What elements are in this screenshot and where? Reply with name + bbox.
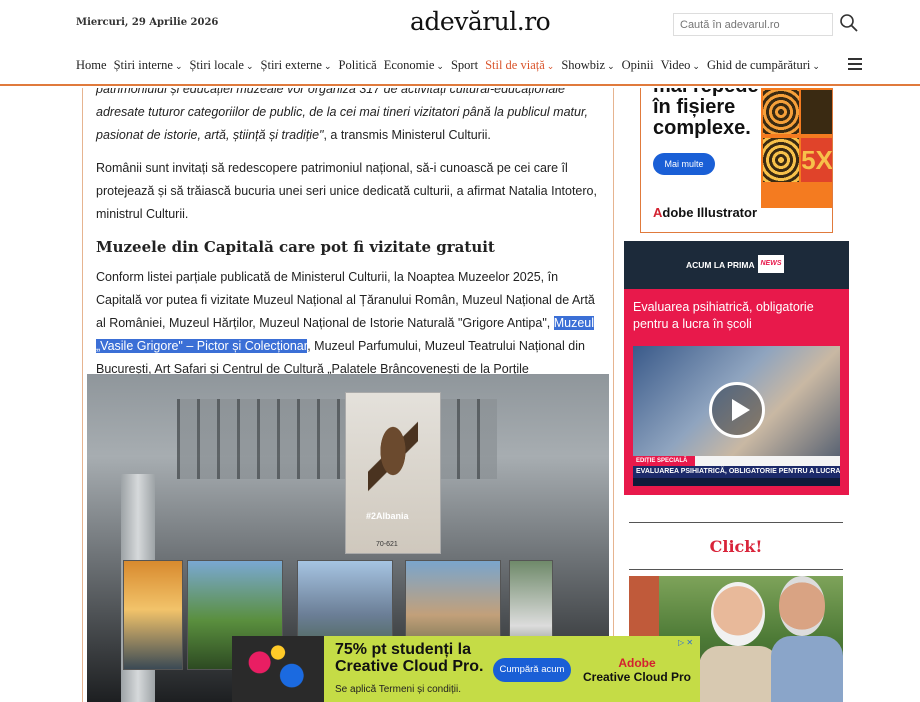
eagle-image <box>368 419 418 499</box>
article-paragraph: patrimoniului și educației muzeale vor o… <box>96 88 588 142</box>
photo-ceiling <box>177 399 497 479</box>
exhibition-banner: #2Albania 70-621 <box>345 392 441 554</box>
article-paragraph: Românii sunt invitați să redescopere pat… <box>96 161 597 221</box>
video-player[interactable]: EDIȚIE SPECIALĂ EVALUAREA PSIHIATRICĂ, O… <box>633 346 840 486</box>
news-badge: NEWS <box>758 255 784 273</box>
nav-item[interactable]: Știri externe ⌄ <box>261 58 332 73</box>
click-title[interactable]: Click! <box>629 537 843 556</box>
ad-brand: Adobe Creative Cloud Pro <box>582 656 692 684</box>
article-body: patrimoniului și educației muzeale vor o… <box>82 88 614 702</box>
nav-item[interactable]: Știri locale ⌄ <box>189 58 253 73</box>
exhibit-photo <box>123 560 183 670</box>
chevron-down-icon: ⌄ <box>245 61 254 71</box>
nav-item[interactable]: Știri interne ⌄ <box>114 58 183 73</box>
buy-now-button[interactable]: Cumpără acum <box>493 658 571 682</box>
ad-more-button[interactable]: Mai multe <box>653 153 715 175</box>
chevron-down-icon: ⌄ <box>436 61 444 71</box>
search-icon[interactable] <box>839 13 859 33</box>
nav-item[interactable]: Showbiz ⌄ <box>561 58 614 73</box>
chevron-down-icon: ⌄ <box>323 61 332 71</box>
divider <box>629 522 843 523</box>
current-date: Miercuri, 29 Aprilie 2026 <box>76 17 219 28</box>
nav-item[interactable]: Stil de viață ⌄ <box>485 58 554 73</box>
prima-header: ACUM LA PRIMA NEWS <box>624 241 849 289</box>
ad-brand: Adobe Illustrator <box>653 205 758 220</box>
main-nav: Home Știri interne ⌄ Știri locale ⌄ Știri ext… <box>0 46 920 86</box>
ad-artwork <box>232 636 324 702</box>
nav-item[interactable]: Politică <box>339 58 377 73</box>
nav-item[interactable]: Ghid de cumpărături ⌄ <box>707 58 820 73</box>
divider <box>629 569 843 570</box>
illustrator-ad[interactable]: mai repede în fișiere complexe. Mai mult… <box>640 88 833 233</box>
ad-artwork: 5X <box>761 88 832 208</box>
prima-news-widget[interactable]: ACUM LA PRIMA NEWS Evaluarea psihiatrică… <box>624 241 849 495</box>
search-input[interactable] <box>673 13 833 36</box>
site-logo[interactable]: adevărul.ro <box>410 7 551 36</box>
top-header: Miercuri, 29 Aprilie 2026 adevărul.ro <box>0 0 920 46</box>
ad-headline: 75% pt studenți la Creative Cloud Pro. <box>335 641 484 675</box>
nav-menu: Home Știri interne ⌄ Știri locale ⌄ Știri ext… <box>76 58 827 73</box>
chevron-down-icon: ⌄ <box>174 61 183 71</box>
ad-terms[interactable]: Se aplică Termeni și condiții. <box>335 684 461 695</box>
play-icon[interactable] <box>709 382 765 438</box>
chevron-down-icon: ⌄ <box>607 61 615 71</box>
nav-item[interactable]: Home <box>76 58 107 73</box>
chevron-down-icon: ⌄ <box>692 61 700 71</box>
click-section: Click! <box>629 522 843 570</box>
creative-cloud-ad[interactable]: 75% pt studenți la Creative Cloud Pro. S… <box>232 636 700 702</box>
article-subheading: Muzeele din Capitală care pot fi vizitat… <box>96 238 495 256</box>
news-ticker: EDIȚIE SPECIALĂ EVALUAREA PSIHIATRICĂ, O… <box>633 456 840 486</box>
prima-headline[interactable]: Evaluarea psihiatrică, obligatorie pentr… <box>633 299 843 333</box>
nav-item[interactable]: Economie ⌄ <box>384 58 444 73</box>
adchoices-icon[interactable]: ▷ ✕ <box>678 638 693 647</box>
nav-item[interactable]: Opinii <box>622 58 654 73</box>
hamburger-menu-icon[interactable] <box>848 58 862 70</box>
ad-headline: mai repede în fișiere complexe. <box>653 88 759 139</box>
nav-item[interactable]: Sport <box>451 58 478 73</box>
nav-item[interactable]: Video ⌄ <box>661 58 700 73</box>
chevron-down-icon: ⌄ <box>812 61 820 71</box>
chevron-down-icon: ⌄ <box>546 61 555 71</box>
